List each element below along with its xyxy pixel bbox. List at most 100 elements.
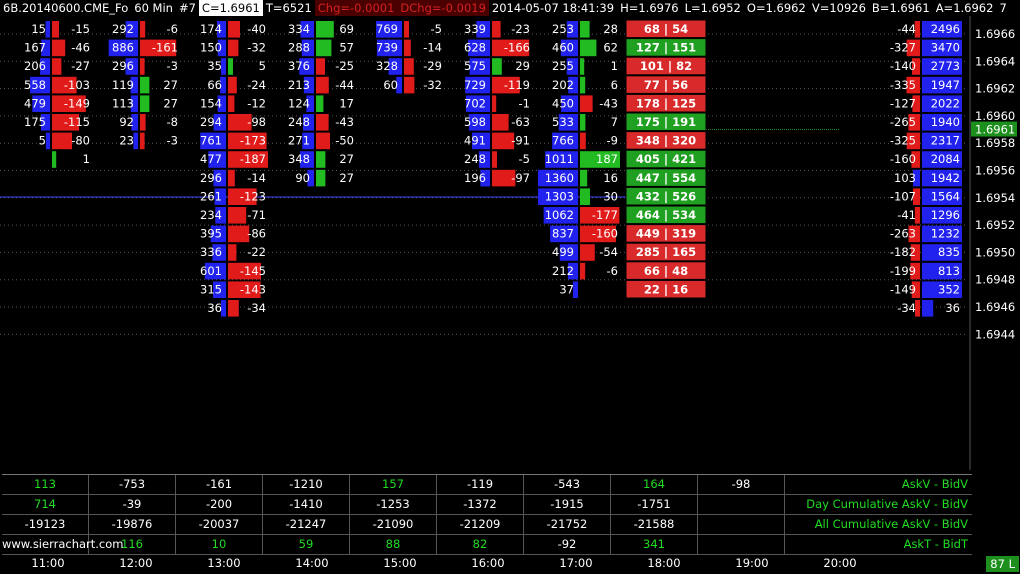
ask-volume-label: 66	[207, 78, 222, 92]
ask-volume-label: -263	[890, 227, 916, 241]
delta-volume-label: -3	[167, 59, 178, 73]
delta-volume-label: 29	[515, 59, 530, 73]
time-label: 16:00	[471, 556, 505, 570]
ask-volume-label: -160	[890, 152, 916, 166]
ask-volume-label: 628	[464, 41, 486, 55]
delta-volume-label: 2084	[931, 152, 960, 166]
delta-volume-bar	[316, 114, 329, 131]
table-cell: -1253	[350, 495, 437, 514]
table-row-label: AskT - BidT	[903, 537, 968, 551]
open-value: O=1.6962	[746, 1, 806, 15]
period-label[interactable]: 60 Min	[131, 0, 176, 16]
delta-volume-label: -12	[247, 96, 266, 110]
delta-volume-label: -54	[599, 245, 618, 259]
delta-volume-bar	[580, 169, 588, 187]
ask-volume-label: 296	[112, 59, 134, 73]
table-row: 714 -39 -200 -1410 -1253 -1372 -1915 -1751 Day C…	[2, 495, 972, 515]
delta-volume-bar	[492, 114, 509, 131]
table-cell: -21588	[611, 515, 698, 534]
ask-volume-label: 234	[200, 208, 222, 222]
table-cell: -119	[437, 475, 524, 494]
price-cell-value: 127 | 151	[636, 41, 696, 55]
delta-volume-bar	[580, 95, 593, 112]
delta-volume-label: -71	[247, 208, 266, 222]
delta-volume-label: -80	[71, 134, 90, 148]
ask-volume-label: -182	[890, 245, 916, 259]
table-cell	[698, 535, 785, 554]
ask-volume-label: 292	[112, 22, 134, 36]
delta-volume-label: -119	[504, 78, 530, 92]
volume-delta-table: 113 -753 -161 -1210 157 -119 -543 164 -98 AskV - …	[2, 474, 972, 555]
table-cell: -21090	[350, 515, 437, 534]
price-label: 1.6954	[975, 191, 1015, 205]
table-cell: -543	[524, 475, 611, 494]
delta-volume-label: 36	[945, 301, 960, 315]
table-cell: -21209	[437, 515, 524, 534]
price-label: 1.6960	[975, 109, 1015, 123]
delta-volume-label: 1296	[931, 208, 960, 222]
delta-volume-label: 5	[259, 59, 266, 73]
delta-volume-label: -23	[511, 22, 530, 36]
delta-volume-label: -145	[240, 264, 266, 278]
current-price-label: 1.6961	[975, 123, 1015, 137]
delta-volume-bar	[140, 95, 150, 112]
last-size: 7	[999, 1, 1007, 15]
delta-volume-bar	[492, 21, 501, 38]
ask-volume-label: 288	[288, 41, 310, 55]
ask-volume-label: 477	[200, 152, 222, 166]
ask-volume-label: 113	[112, 96, 134, 110]
ask-volume-label: 598	[464, 115, 486, 129]
delta-volume-bar	[228, 39, 239, 57]
ask-volume-label: 90	[295, 171, 310, 185]
table-row-label: Day Cumulative AskV - BidV	[806, 497, 968, 511]
delta-volume-bar	[580, 244, 595, 261]
delta-volume-bar	[228, 21, 240, 38]
ask-volume-label: -127	[890, 96, 916, 110]
status-badge[interactable]: 87 L	[986, 556, 1019, 572]
delta-volume-label: 16	[603, 171, 618, 185]
delta-volume-label: -115	[64, 115, 90, 129]
price-label: 1.6948	[975, 273, 1015, 287]
ask-volume-label: 339	[464, 22, 486, 36]
delta-volume-label: -123	[240, 189, 266, 203]
table-row-label: AskV - BidV	[901, 477, 968, 491]
ask-volume-label: 558	[24, 78, 46, 92]
price-cell-value: 285 | 165	[636, 245, 696, 259]
delta-volume-bar	[404, 21, 409, 38]
price-label: 1.6964	[975, 54, 1015, 68]
ask-volume-label: 202	[552, 78, 574, 92]
delta-volume-label: 7	[611, 115, 618, 129]
delta-volume-bar	[52, 58, 62, 75]
ask-volume-label: -107	[890, 189, 916, 203]
ask-volume-label: 248	[464, 152, 486, 166]
ask-volume-bar	[45, 132, 50, 150]
ask-volume-label: 212	[552, 264, 574, 278]
volume-value: V=10926	[811, 1, 866, 15]
trades-value: T=6521	[265, 1, 312, 15]
ask-volume-label: 886	[112, 41, 134, 55]
table-row: 113 -753 -161 -1210 157 -119 -543 164 -98 AskV - …	[2, 475, 972, 495]
delta-volume-label: 1940	[931, 115, 960, 129]
price-label: 1.6952	[975, 218, 1015, 232]
delta-volume-label: -86	[247, 227, 266, 241]
delta-volume-label: -166	[504, 41, 530, 55]
ask-volume-label: 336	[200, 245, 222, 259]
delta-volume-label: -44	[335, 78, 354, 92]
delta-volume-label: -50	[335, 134, 354, 148]
price-cell-value: 66 | 48	[644, 264, 688, 278]
delta-volume-bar	[140, 58, 145, 75]
table-cell: 59	[263, 535, 350, 554]
table-cell: -39	[89, 495, 176, 514]
price-cell-value: 464 | 534	[636, 208, 696, 222]
delta-volume-label: -32	[423, 78, 442, 92]
symbol-label[interactable]: 6B.20140600.CME_Fo	[0, 0, 131, 16]
ask-volume-label: -335	[890, 78, 916, 92]
ask-volume-label: 491	[464, 134, 486, 148]
delta-volume-bar	[580, 39, 597, 57]
ask-volume-label: 103	[894, 171, 916, 185]
ask-volume-label: 601	[200, 264, 222, 278]
table-cell: 113	[2, 475, 89, 494]
ask-volume-label: 294	[200, 115, 222, 129]
ask-volume-label: 702	[464, 96, 486, 110]
delta-volume-bar	[580, 21, 590, 38]
